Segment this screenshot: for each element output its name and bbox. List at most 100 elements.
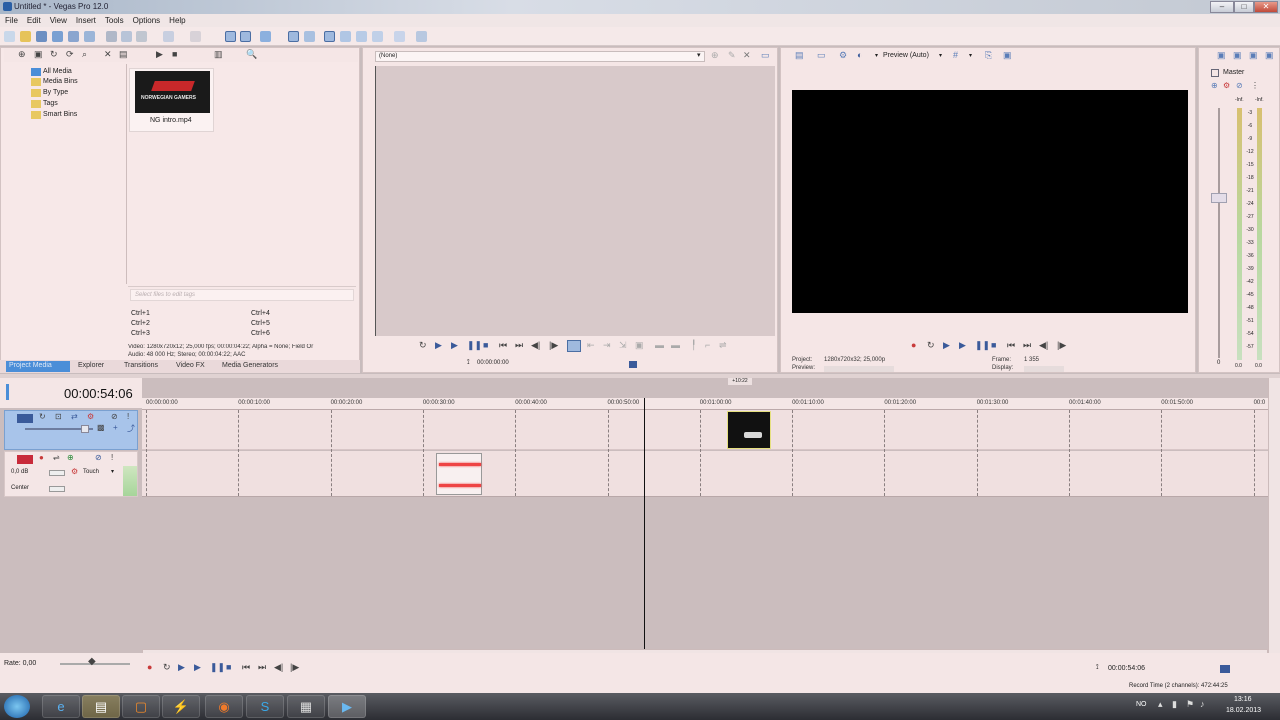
pause-icon[interactable]: ❚❚ xyxy=(210,662,225,673)
insert-icon[interactable]: ▣ xyxy=(635,340,644,351)
timeline-ruler[interactable]: 00:00:00:00 00:00:10:00 00:00:20:00 00:00:3… xyxy=(142,398,1268,410)
tags-input[interactable]: Select files to edit tags xyxy=(130,289,354,301)
pan-slider[interactable] xyxy=(49,486,65,492)
loop-selection-icon[interactable] xyxy=(567,340,581,352)
go-to-start-icon[interactable]: ⏮ xyxy=(1007,340,1015,351)
chevron-down-icon[interactable]: ▾ xyxy=(111,468,114,475)
new-project-icon[interactable] xyxy=(4,31,15,42)
preview-quality-dropdown[interactable]: Preview (Auto) xyxy=(883,52,929,59)
vegas-pro-taskbar-icon[interactable]: ▶ xyxy=(328,695,366,718)
zoom-tool-icon[interactable] xyxy=(356,31,367,42)
auto-ripple-icon[interactable] xyxy=(225,31,236,42)
split-icon[interactable] xyxy=(372,31,383,42)
file-explorer-icon[interactable]: ▤ xyxy=(82,695,120,718)
audio-solo-icon[interactable]: ! xyxy=(111,453,113,462)
audio-clip[interactable] xyxy=(436,453,482,495)
firefox-icon[interactable]: ◉ xyxy=(205,695,243,718)
trimmer-add-icon[interactable]: ⊕ xyxy=(711,50,719,61)
audio-track-lane[interactable] xyxy=(142,451,1268,497)
motion-icon[interactable]: ↻ xyxy=(39,412,46,421)
import-media-icon[interactable]: ⊕ xyxy=(18,49,26,60)
start-button[interactable] xyxy=(4,695,30,718)
previous-frame-icon[interactable]: ◀| xyxy=(274,662,283,673)
clock-time[interactable]: 13:16 xyxy=(1234,696,1252,703)
chevron-down-icon[interactable]: ▾ xyxy=(969,52,972,59)
zoom-search-icon[interactable]: 🔍 xyxy=(246,49,257,60)
chevron-down-icon[interactable]: ▾ xyxy=(875,52,878,59)
lock-envelopes-icon[interactable] xyxy=(240,31,251,42)
normal-edit-tool-icon[interactable] xyxy=(288,31,299,42)
menu-tools[interactable]: Tools xyxy=(100,14,128,25)
audio-track-header[interactable]: ● ⇌ ⊕ ⊘ ! 0,0 dB ⚙ Touch ▾ Center xyxy=(4,451,138,497)
menu-edit[interactable]: Edit xyxy=(22,14,45,25)
redo-icon[interactable] xyxy=(190,31,201,42)
replace-icon[interactable]: ▬ xyxy=(671,340,680,350)
selection-tool-icon[interactable] xyxy=(340,31,351,42)
save-icon[interactable] xyxy=(36,31,47,42)
menu-file[interactable]: File xyxy=(0,14,22,25)
preview-properties-icon[interactable]: ▤ xyxy=(795,50,804,61)
tab-video-fx[interactable]: Video FX xyxy=(176,362,205,369)
set-out-icon[interactable]: ⇥ xyxy=(603,340,611,351)
rate-slider-handle-icon[interactable]: ◆ xyxy=(88,656,96,667)
tree-item-tags[interactable]: Tags xyxy=(43,100,58,107)
search-media-icon[interactable]: ⌕ xyxy=(82,49,87,60)
chevron-down-icon[interactable]: ▾ xyxy=(939,52,942,59)
master-fader-handle[interactable] xyxy=(1211,193,1227,203)
timeline-timecode[interactable]: 00:00:54:06 xyxy=(64,386,133,401)
get-media-icon[interactable]: ↻ xyxy=(50,49,58,60)
tab-project-media[interactable]: Project Media xyxy=(9,362,52,369)
pause-icon[interactable]: ❚❚ xyxy=(975,340,990,351)
next-frame-icon[interactable]: |▶ xyxy=(290,662,299,673)
go-to-end-icon[interactable]: ⏭ xyxy=(258,662,266,673)
stop-icon[interactable]: ■ xyxy=(226,662,231,672)
properties-icon[interactable] xyxy=(84,31,95,42)
insert-fx-icon[interactable]: ⊕ xyxy=(1211,81,1218,90)
splitter[interactable] xyxy=(126,64,127,284)
paste-icon[interactable] xyxy=(136,31,147,42)
child-icon[interactable]: ⤴ xyxy=(127,423,135,434)
tray-volume-icon[interactable]: ♪ xyxy=(1200,699,1205,709)
downmix-icon[interactable]: ▣ xyxy=(1217,50,1226,61)
region-icon[interactable]: ⌐ xyxy=(705,340,710,350)
media-file-item[interactable]: NORWEGIAN GAMERS NG intro.mp4 xyxy=(129,68,214,132)
tree-item-smart-bins[interactable]: Smart Bins xyxy=(43,111,77,118)
record-icon[interactable]: ● xyxy=(147,662,152,672)
tab-transitions[interactable]: Transitions xyxy=(124,362,158,369)
video-preview-screen[interactable] xyxy=(792,90,1188,313)
compositing-mode-icon[interactable]: ▩ xyxy=(97,423,105,432)
video-clip[interactable] xyxy=(727,411,771,449)
clock-date[interactable]: 18.02.2013 xyxy=(1226,707,1261,714)
video-track-header[interactable]: ↻ ⊡ ⇄ ⚙ ⊘ ! ▩ + ⤴ xyxy=(4,410,138,450)
refresh-icon[interactable]: ⟳ xyxy=(66,49,74,60)
utility-icon[interactable]: ⚡ xyxy=(162,695,200,718)
go-to-start-icon[interactable]: ⏮ xyxy=(499,340,507,351)
whats-this-help-icon[interactable] xyxy=(416,31,427,42)
input-language[interactable]: NO xyxy=(1136,701,1147,708)
pause-icon[interactable]: ❚❚ xyxy=(467,340,482,351)
menu-insert[interactable]: Insert xyxy=(71,14,100,25)
play-from-start-icon[interactable]: ▶ xyxy=(435,340,442,351)
render-icon[interactable] xyxy=(68,31,79,42)
mixer-icon[interactable]: ▣ xyxy=(1265,50,1274,61)
media-player-icon[interactable]: ▢ xyxy=(122,695,160,718)
internet-explorer-icon[interactable]: e xyxy=(42,695,80,718)
trimmer-monitor-icon[interactable]: ▭ xyxy=(761,50,770,61)
track-motion-icon[interactable]: ⇄ xyxy=(71,412,78,421)
tree-item-by-type[interactable]: By Type xyxy=(43,89,68,96)
computer-icon[interactable]: ▦ xyxy=(287,695,325,718)
menu-view[interactable]: View xyxy=(45,14,71,25)
track-mute-icon[interactable]: ⊘ xyxy=(111,412,118,421)
master-checkbox[interactable] xyxy=(1211,69,1219,77)
marker-icon[interactable]: ╿ xyxy=(691,340,696,351)
meter-options-icon[interactable]: ▣ xyxy=(1249,50,1258,61)
audio-volume-value[interactable]: 0,0 dB xyxy=(11,469,28,475)
tree-item-media-bins[interactable]: Media Bins xyxy=(43,78,78,85)
master-fx-icon[interactable]: ⚙ xyxy=(1223,81,1230,90)
stop-icon[interactable]: ■ xyxy=(991,340,996,350)
skype-icon[interactable]: S xyxy=(246,695,284,718)
tag-shortcut-4[interactable]: Ctrl+4 xyxy=(251,310,270,317)
arm-record-icon[interactable]: ● xyxy=(39,453,44,462)
previous-frame-icon[interactable]: ◀| xyxy=(1039,340,1048,351)
loop-icon[interactable]: ↻ xyxy=(419,340,427,351)
